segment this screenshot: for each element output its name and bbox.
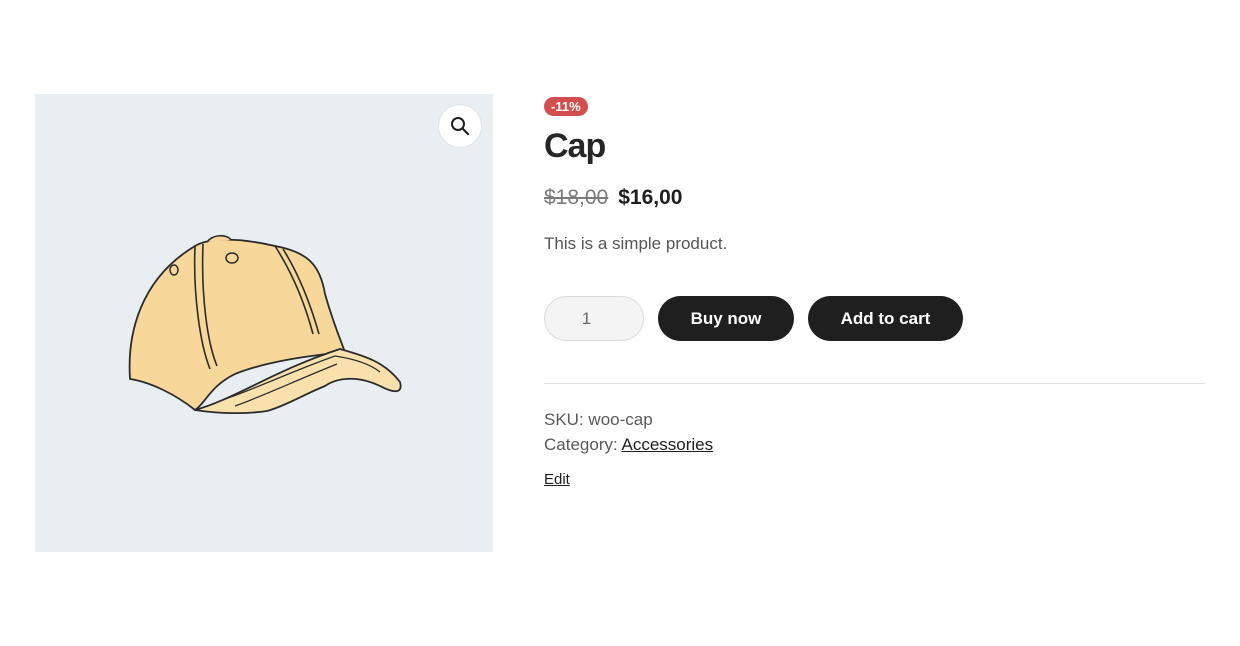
- category-link[interactable]: Accessories: [622, 435, 714, 454]
- product-meta: SKU: woo-cap Category: Accessories: [544, 407, 1205, 457]
- product-summary: -11% Cap $18,00 $16,00 This is a simple p…: [544, 97, 1205, 488]
- magnifier-icon: [451, 117, 470, 136]
- sku-row: SKU: woo-cap: [544, 407, 1205, 432]
- quantity-input[interactable]: [544, 296, 644, 341]
- zoom-button[interactable]: [438, 104, 482, 148]
- product-price: $18,00 $16,00: [544, 185, 1205, 211]
- divider: [544, 383, 1205, 384]
- product-gallery: [35, 94, 493, 552]
- edit-link[interactable]: Edit: [544, 471, 570, 488]
- buy-now-button[interactable]: Buy now: [658, 296, 794, 341]
- category-row: Category: Accessories: [544, 432, 1205, 457]
- regular-price: $18,00: [544, 186, 609, 209]
- product-image: [128, 234, 402, 415]
- sale-badge: -11%: [544, 97, 588, 116]
- add-to-cart-button[interactable]: Add to cart: [808, 296, 963, 341]
- sku-label: SKU:: [544, 410, 584, 429]
- sale-price: $16,00: [618, 186, 683, 209]
- product-description: This is a simple product.: [544, 234, 728, 253]
- product-title: Cap: [544, 127, 606, 165]
- add-to-cart-form: Buy now Add to cart: [544, 296, 1205, 341]
- edit-row: Edit: [544, 471, 1205, 488]
- category-label: Category:: [544, 435, 618, 454]
- sku-value: woo-cap: [588, 410, 653, 429]
